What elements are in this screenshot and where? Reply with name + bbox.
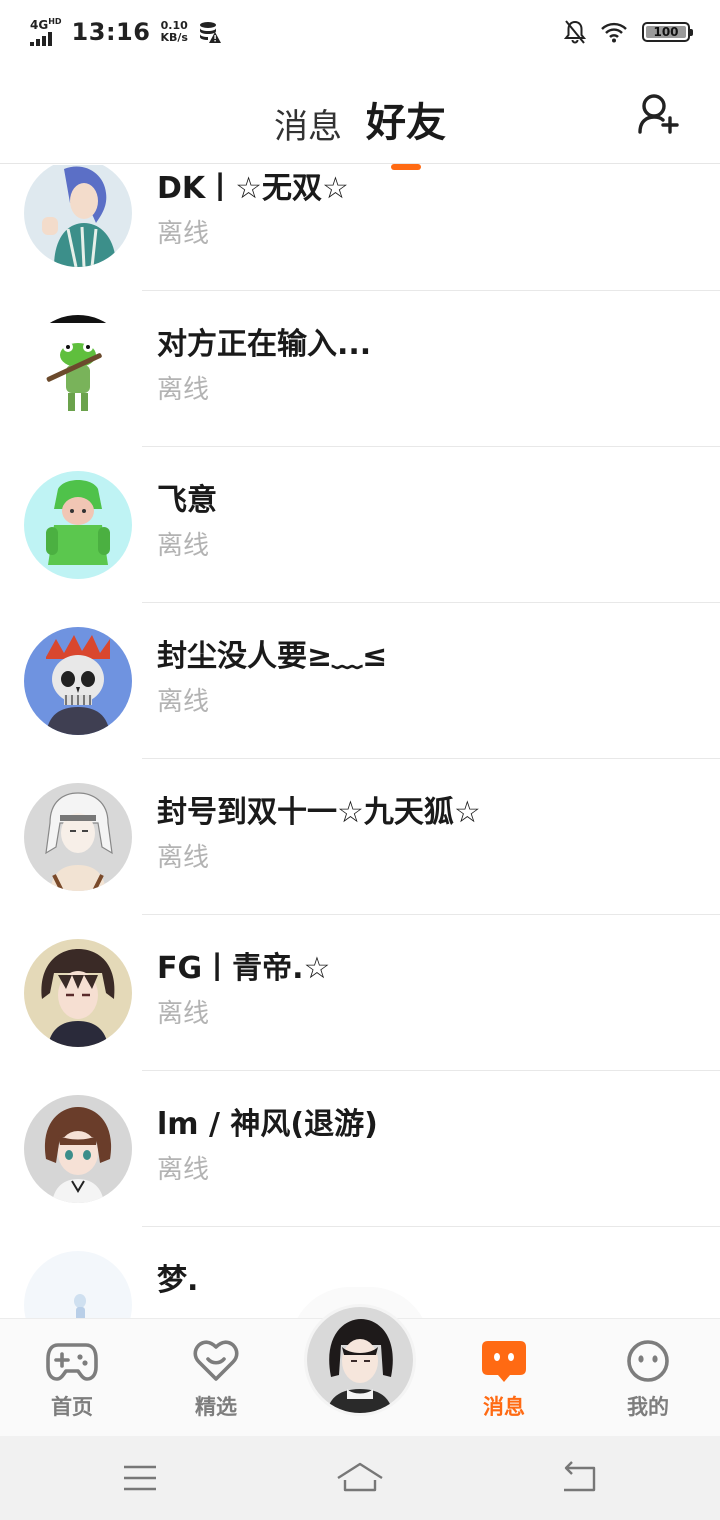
tab-friends[interactable]: 好友	[366, 90, 446, 170]
nav-home[interactable]: 首页	[22, 1339, 122, 1421]
menu-icon	[124, 1465, 156, 1491]
system-nav-bar	[0, 1436, 720, 1520]
clock: 13:16	[71, 18, 151, 46]
nav-featured[interactable]: 精选	[166, 1339, 266, 1421]
nav-label: 首页	[51, 1395, 93, 1419]
network-speed: 0.10 KB/s	[160, 19, 188, 44]
signal-icon	[30, 32, 62, 46]
heart-icon	[193, 1340, 239, 1381]
friend-status: 离线	[157, 999, 210, 1029]
friend-row[interactable]: lm / 神风(退游) 离线	[0, 1071, 720, 1227]
friend-name: 梦.	[157, 1263, 199, 1298]
avatar[interactable]	[24, 471, 132, 579]
wifi-icon	[601, 22, 627, 43]
face-icon	[627, 1340, 669, 1382]
friend-name: 封号到双十一☆九天狐☆	[157, 795, 481, 830]
tab-messages[interactable]: 消息	[274, 99, 342, 148]
back-icon	[564, 1461, 596, 1492]
menu-button[interactable]	[120, 1458, 160, 1498]
add-user-icon	[638, 94, 679, 134]
tab-bar: 消息 好友	[0, 90, 720, 170]
friend-name: lm / 神风(退游)	[157, 1107, 378, 1142]
status-bar: 4GHD 13:16 0.10 KB/s 100	[0, 0, 720, 64]
message-icon	[482, 1341, 526, 1382]
avatar[interactable]	[24, 1251, 132, 1318]
friend-name: 飞意	[157, 483, 217, 518]
data-warning-icon	[199, 22, 221, 43]
add-friend-button[interactable]	[636, 92, 680, 136]
avatar[interactable]	[24, 627, 132, 735]
friend-row[interactable]: 飞意 离线	[0, 447, 720, 603]
avatar[interactable]	[24, 1095, 132, 1203]
nav-label: 精选	[195, 1395, 237, 1419]
profile-avatar[interactable]	[304, 1304, 416, 1416]
friend-status: 离线	[157, 531, 210, 561]
friend-name: 对方正在输入...	[157, 327, 372, 362]
friend-status: 离线	[157, 843, 210, 873]
avatar[interactable]	[24, 783, 132, 891]
nav-label: 消息	[483, 1395, 525, 1419]
network-indicator: 4GHD	[30, 18, 62, 46]
home-button[interactable]	[336, 1458, 384, 1498]
friend-name: FG丨青帝.☆	[157, 951, 331, 986]
back-button[interactable]	[560, 1458, 600, 1498]
friend-row[interactable]: FG丨青帝.☆ 离线	[0, 915, 720, 1071]
top-header: 消息 好友	[0, 64, 720, 170]
friend-status: 离线	[157, 375, 210, 405]
mute-bell-icon	[564, 20, 586, 44]
gamepad-icon	[46, 1343, 98, 1381]
friend-row[interactable]: 封号到双十一☆九天狐☆ 离线	[0, 759, 720, 915]
friend-row[interactable]: 对方正在输入... 离线	[0, 291, 720, 447]
friend-name: DK丨☆无双☆	[157, 171, 349, 206]
nav-messages[interactable]: 消息	[454, 1339, 554, 1421]
avatar[interactable]	[24, 939, 132, 1047]
nav-label: 我的	[627, 1395, 669, 1419]
friend-row[interactable]: DK丨☆无双☆ 离线	[0, 165, 720, 291]
friend-status: 离线	[157, 687, 210, 717]
home-icon	[337, 1462, 383, 1492]
friend-name: 封尘没人要≥﹏≤	[157, 639, 388, 674]
friend-status: 离线	[157, 1155, 210, 1185]
nav-profile[interactable]: 我的	[598, 1339, 698, 1421]
friend-row[interactable]: 封尘没人要≥﹏≤ 离线	[0, 603, 720, 759]
friend-list[interactable]: DK丨☆无双☆ 离线 对方正在输入... 离线 飞意 离线 封尘没人要≥﹏≤ 离…	[0, 165, 720, 1318]
battery-icon: 100	[642, 22, 693, 42]
friend-status: 离线	[157, 219, 210, 249]
avatar[interactable]	[24, 165, 132, 267]
avatar[interactable]	[24, 315, 132, 423]
